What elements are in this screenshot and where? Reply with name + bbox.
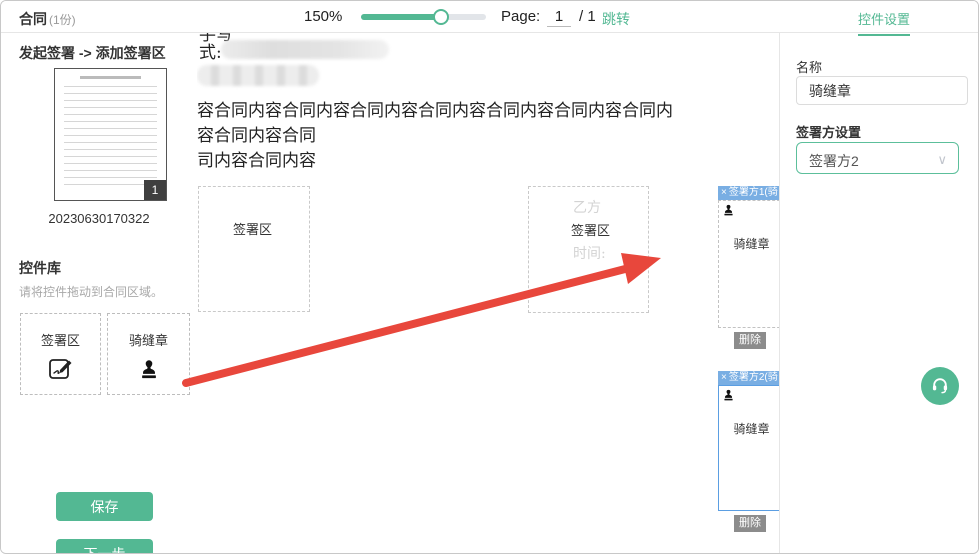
zoom-slider[interactable] <box>361 14 486 20</box>
stamp-icon <box>722 203 735 222</box>
paging-seal-2-label: 骑缝章 <box>719 420 779 437</box>
paging-seal-2-signer: 签署方2(骑 <box>729 372 778 383</box>
title-count: (1份) <box>49 13 76 27</box>
signature-area-placed-2[interactable]: 乙方 签署区 时间: <box>528 186 649 313</box>
app-window: 合同(1份) 150% Page: / 1 跳转 控件设置 发起签署 -> 添加… <box>0 0 979 554</box>
paging-seal-1-signer: 签署方1(骑 <box>729 187 778 198</box>
paging-seal-1-label: 骑缝章 <box>719 235 779 252</box>
next-step-button[interactable]: 下一步 <box>56 539 153 554</box>
underlying-text-party-b: 乙方 <box>573 197 601 217</box>
paging-seal-widget-2[interactable]: ×签署方2(骑 骑缝章 删除 <box>718 371 779 532</box>
sidebar: 发起签署 -> 添加签署区 1 20230630170322 控件库 请将控件拖… <box>1 33 197 554</box>
document-set-title: 合同(1份) <box>19 9 76 29</box>
signer-select-value: 签署方2 <box>809 151 859 171</box>
thumbnail-page-badge: 1 <box>144 180 166 200</box>
save-button[interactable]: 保存 <box>56 492 153 521</box>
name-input[interactable] <box>796 76 968 105</box>
page-total: / 1 <box>579 8 596 25</box>
name-field-label: 名称 <box>796 57 822 76</box>
thumbnail-title-line <box>80 76 141 79</box>
redacted-text-block-2 <box>197 65 319 86</box>
control-signature-area[interactable]: 签署区 <box>20 313 101 395</box>
signature-icon <box>21 357 100 381</box>
chevron-down-icon: ∨ <box>937 152 947 168</box>
paging-seal-2-body[interactable]: 骑缝章 <box>718 385 779 511</box>
stamp-icon <box>108 357 189 381</box>
control-library-title: 控件库 <box>19 258 61 278</box>
headset-icon <box>930 375 950 398</box>
control-paging-seal[interactable]: 骑缝章 <box>107 313 190 395</box>
paging-seal-2-header: ×签署方2(骑 <box>718 371 779 385</box>
title-text: 合同 <box>19 11 47 27</box>
paging-seal-widget-1[interactable]: ×签署方1(骑 骑缝章 删除 <box>718 186 779 349</box>
page-thumbnail[interactable]: 1 <box>54 68 167 201</box>
paging-seal-1-body[interactable]: 骑缝章 <box>718 200 779 328</box>
thumbnail-text-lines <box>64 83 157 186</box>
signer-setting-label: 签署方设置 <box>796 122 861 141</box>
page-number-input[interactable] <box>547 7 571 27</box>
document-paragraph: 容合同内容合同内容合同内容合同内容合同内容合同内容合同内容合同内容合同 司内容合… <box>197 99 675 174</box>
signature-area-1-label: 签署区 <box>233 219 272 238</box>
paragraph-line-1: 容合同内容合同内容合同内容合同内容合同内容合同内容合同内容合同内容合同 <box>197 99 675 149</box>
stamp-icon <box>722 388 735 407</box>
control-library-hint: 请将控件拖动到合同区域。 <box>19 283 163 300</box>
close-icon[interactable]: × <box>721 187 727 198</box>
customer-service-button[interactable] <box>921 367 959 405</box>
signature-area-placed-1[interactable]: 签署区 <box>198 186 310 312</box>
close-icon[interactable]: × <box>721 372 727 383</box>
zoom-slider-handle[interactable] <box>433 9 449 25</box>
top-toolbar: 合同(1份) 150% Page: / 1 跳转 控件设置 <box>1 1 978 33</box>
zoom-slider-fill <box>361 14 441 20</box>
control-paging-seal-label: 骑缝章 <box>108 330 189 349</box>
control-settings-panel: 名称 签署方设置 签署方2 ∨ <box>779 1 979 554</box>
document-mode-line: 式: <box>199 38 222 63</box>
jump-to-page-button[interactable]: 跳转 <box>602 9 630 29</box>
document-canvas: 手写 式: 容合同内容合同内容合同内容合同内容合同内容合同内容合同内容合同内容合… <box>197 33 779 554</box>
sidebar-heading: 发起签署 -> 添加签署区 <box>19 43 166 63</box>
tab-control-settings[interactable]: 控件设置 <box>858 9 910 36</box>
page-label: Page: <box>501 8 540 25</box>
paging-seal-1-header: ×签署方1(骑 <box>718 186 779 200</box>
zoom-level-value: 150% <box>304 8 342 25</box>
thumbnail-caption: 20230630170322 <box>1 211 197 226</box>
delete-button[interactable]: 删除 <box>734 515 766 532</box>
signer-select[interactable]: 签署方2 ∨ <box>796 142 959 174</box>
signature-area-2-label: 签署区 <box>571 220 610 239</box>
underlying-text-time: 时间: <box>573 243 606 263</box>
paragraph-line-2: 司内容合同内容 <box>197 149 675 174</box>
redacted-text-block-1 <box>221 40 389 59</box>
delete-button[interactable]: 删除 <box>734 332 766 349</box>
control-signature-label: 签署区 <box>21 330 100 349</box>
